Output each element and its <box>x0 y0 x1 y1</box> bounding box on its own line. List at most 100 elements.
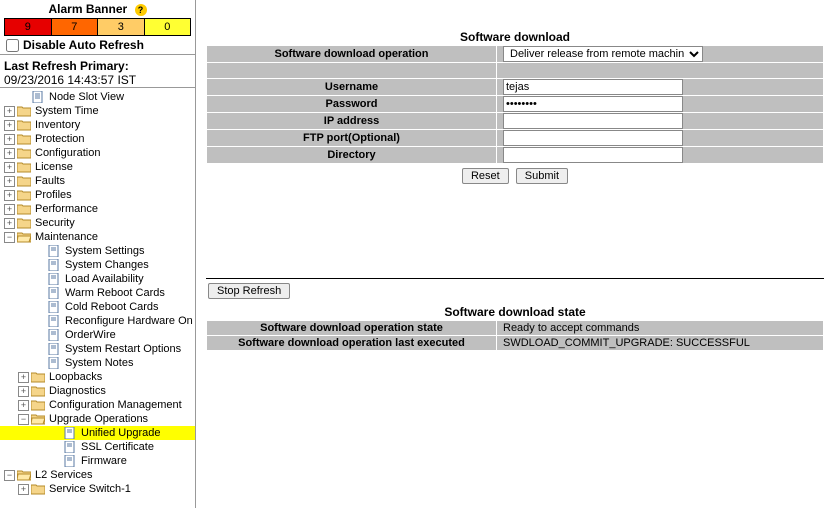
alarm-minor[interactable]: 3 <box>98 19 145 35</box>
state-row1-value: Ready to accept commands <box>497 321 824 336</box>
collapse-icon[interactable]: − <box>4 470 15 481</box>
collapse-icon[interactable]: − <box>18 414 29 425</box>
disable-auto-refresh-checkbox[interactable] <box>6 39 19 52</box>
ip-label: IP address <box>207 113 497 130</box>
collapse-icon[interactable]: − <box>4 232 15 243</box>
ip-input[interactable] <box>503 113 683 129</box>
expand-icon[interactable]: + <box>4 176 15 187</box>
tree-system-time[interactable]: + System Time <box>0 104 195 118</box>
folder-icon <box>17 133 31 145</box>
spacer-icon <box>34 288 45 299</box>
expand-icon[interactable]: + <box>18 400 29 411</box>
tree-loopbacks[interactable]: + Loopbacks <box>0 370 195 384</box>
username-input[interactable] <box>503 79 683 95</box>
tree-protection[interactable]: + Protection <box>0 132 195 146</box>
expand-icon[interactable]: + <box>18 386 29 397</box>
divider <box>206 278 824 279</box>
tree-label: System Settings <box>65 245 144 257</box>
tree-inventory[interactable]: + Inventory <box>0 118 195 132</box>
alarm-critical[interactable]: 9 <box>5 19 52 35</box>
tree-label: Inventory <box>35 119 80 131</box>
expand-icon[interactable]: + <box>4 106 15 117</box>
stop-refresh-button[interactable]: Stop Refresh <box>208 283 290 299</box>
reset-button[interactable]: Reset <box>462 168 509 184</box>
expand-icon[interactable]: + <box>4 190 15 201</box>
tree-ssl-certificate[interactable]: SSL Certificate <box>0 440 195 454</box>
expand-icon[interactable]: + <box>18 372 29 383</box>
tree-service-switch[interactable]: +Service Switch-1 <box>0 482 195 496</box>
expand-icon[interactable]: + <box>4 120 15 131</box>
tree-label: Faults <box>35 175 65 187</box>
tree-label: Warm Reboot Cards <box>65 287 165 299</box>
page-icon <box>47 259 61 271</box>
tree-label: Protection <box>35 133 85 145</box>
disable-auto-refresh[interactable]: Disable Auto Refresh <box>0 36 195 54</box>
expand-icon[interactable]: + <box>4 218 15 229</box>
tree-label: System Changes <box>65 259 149 271</box>
password-label: Password <box>207 96 497 113</box>
expand-icon[interactable]: + <box>4 134 15 145</box>
tree-label: Performance <box>35 203 98 215</box>
submit-button[interactable]: Submit <box>516 168 568 184</box>
spacer-icon <box>34 302 45 313</box>
nav-tree: Node Slot View + System Time + Inventory… <box>0 87 195 498</box>
tree-maintenance[interactable]: − Maintenance <box>0 230 195 244</box>
page-icon <box>47 245 61 257</box>
help-icon[interactable]: ? <box>135 4 147 16</box>
tree-label: Upgrade Operations <box>49 413 148 425</box>
expand-icon[interactable]: + <box>4 162 15 173</box>
expand-icon[interactable]: + <box>18 484 29 495</box>
folder-icon <box>17 161 31 173</box>
tree-system-restart[interactable]: System Restart Options <box>0 342 195 356</box>
tree-firmware[interactable]: Firmware <box>0 454 195 468</box>
tree-reconfigure-hw[interactable]: Reconfigure Hardware On Card <box>0 314 195 328</box>
tree-label: System Time <box>35 105 99 117</box>
main-content: Software download Software download oper… <box>196 0 834 508</box>
tree-system-settings[interactable]: System Settings <box>0 244 195 258</box>
tree-orderwire[interactable]: OrderWire <box>0 328 195 342</box>
op-label: Software download operation <box>207 46 497 63</box>
tree-load-availability[interactable]: Load Availability <box>0 272 195 286</box>
state-title: Software download state <box>206 305 824 319</box>
password-input[interactable] <box>503 96 683 112</box>
tree-unified-upgrade[interactable]: Unified Upgrade <box>0 426 195 440</box>
tree-label: Cold Reboot Cards <box>65 301 159 313</box>
tree-configuration[interactable]: + Configuration <box>0 146 195 160</box>
tree-label: Loopbacks <box>49 371 102 383</box>
tree-faults[interactable]: + Faults <box>0 174 195 188</box>
tree-cold-reboot[interactable]: Cold Reboot Cards <box>0 300 195 314</box>
folder-open-icon <box>31 413 45 425</box>
expand-icon[interactable]: + <box>4 204 15 215</box>
ftp-port-input[interactable] <box>503 130 683 146</box>
software-download-title: Software download <box>206 30 824 44</box>
alarm-warning[interactable]: 0 <box>145 19 191 35</box>
state-row1-label: Software download operation state <box>207 321 497 336</box>
expand-icon[interactable]: + <box>4 148 15 159</box>
tree-l2-services[interactable]: −L2 Services <box>0 468 195 482</box>
folder-icon <box>17 189 31 201</box>
tree-system-notes[interactable]: System Notes <box>0 356 195 370</box>
operation-select[interactable]: Deliver release from remote machine <box>503 46 703 62</box>
tree-label: Security <box>35 217 75 229</box>
spacer-icon <box>18 92 29 103</box>
tree-label: OrderWire <box>65 329 116 341</box>
tree-diagnostics[interactable]: +Diagnostics <box>0 384 195 398</box>
tree-security[interactable]: + Security <box>0 216 195 230</box>
spacer-icon <box>50 456 61 467</box>
software-download-state: Software download operation state Ready … <box>206 320 824 351</box>
tree-warm-reboot[interactable]: Warm Reboot Cards <box>0 286 195 300</box>
alarm-major[interactable]: 7 <box>52 19 99 35</box>
tree-upgrade-ops[interactable]: − Upgrade Operations <box>0 412 195 426</box>
folder-icon <box>31 483 45 495</box>
state-row2-label: Software download operation last execute… <box>207 336 497 351</box>
tree-system-changes[interactable]: System Changes <box>0 258 195 272</box>
tree-performance[interactable]: + Performance <box>0 202 195 216</box>
directory-input[interactable] <box>503 147 683 163</box>
dir-label: Directory <box>207 147 497 164</box>
tree-label: SSL Certificate <box>81 441 154 453</box>
tree-profiles[interactable]: + Profiles <box>0 188 195 202</box>
tree-label: License <box>35 161 73 173</box>
tree-license[interactable]: + License <box>0 160 195 174</box>
tree-config-mgmt[interactable]: +Configuration Management <box>0 398 195 412</box>
tree-node-slot-view[interactable]: Node Slot View <box>0 90 195 104</box>
